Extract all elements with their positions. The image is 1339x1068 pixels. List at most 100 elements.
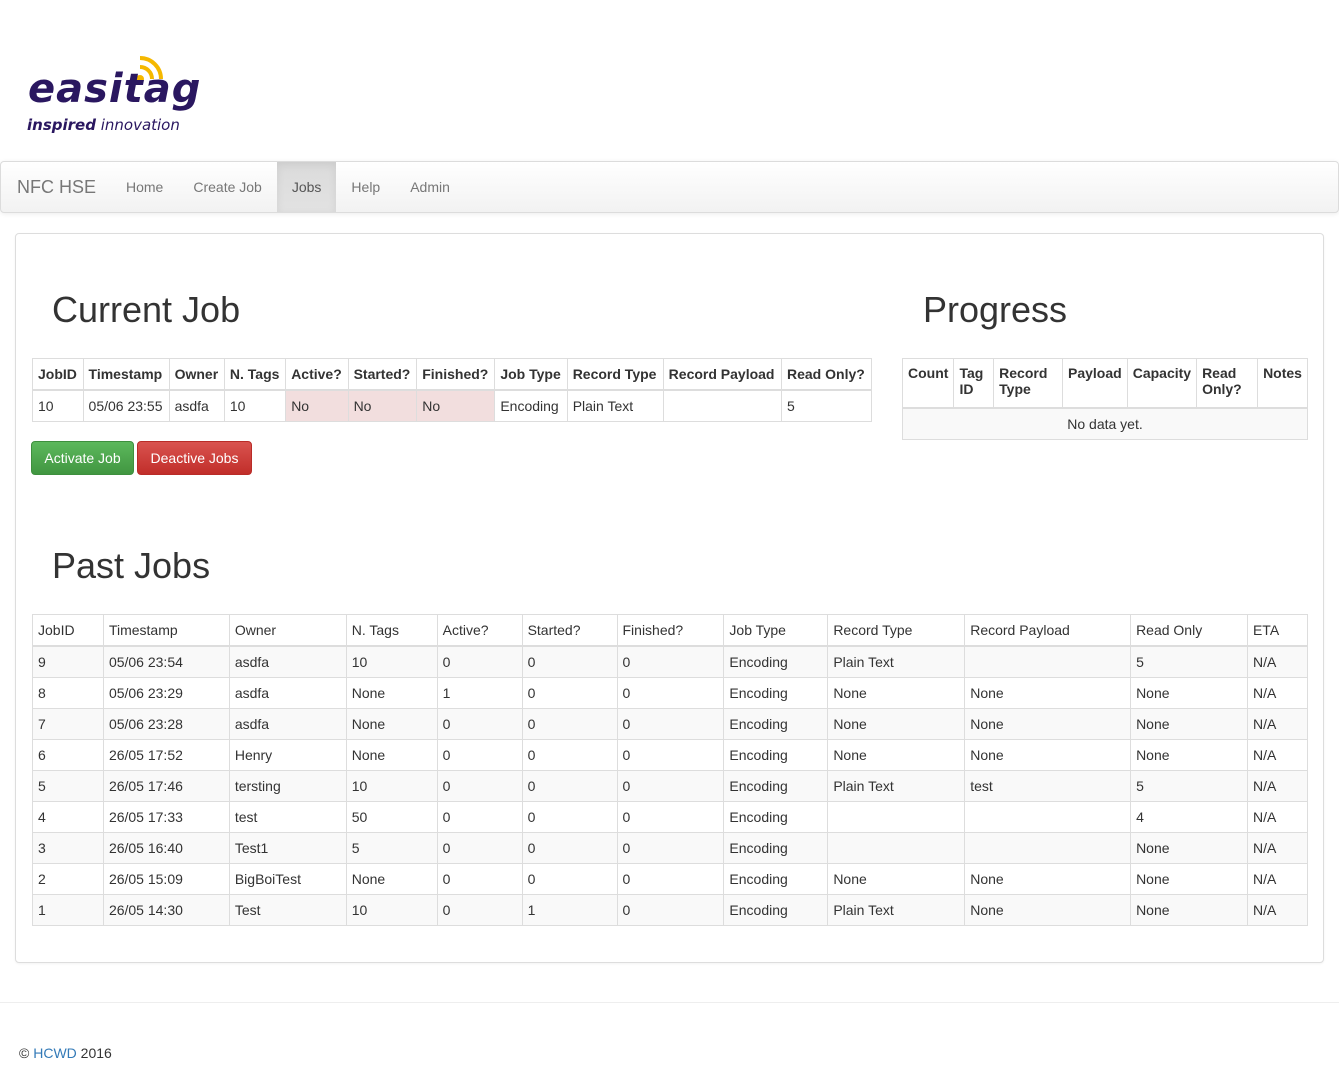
footer-hcwd-link[interactable]: HCWD xyxy=(33,1045,77,1061)
table-cell: 0 xyxy=(616,801,725,833)
nav-jobs[interactable]: Jobs xyxy=(276,162,337,212)
past-header-active: Active? xyxy=(436,614,523,647)
current-job-title: Current Job xyxy=(52,289,241,330)
current-header-job-type: Job Type xyxy=(494,358,568,391)
table-cell: None xyxy=(964,739,1132,771)
past-header-eta: ETA xyxy=(1246,614,1309,647)
table-cell: 0 xyxy=(521,739,618,771)
footer-divider xyxy=(0,1002,1339,1003)
table-cell xyxy=(964,832,1132,864)
nav-home[interactable]: Home xyxy=(111,162,178,212)
table-row: 5 26/05 17:46 tersting 10 0 0 0 Encoding Plain T… xyxy=(32,770,1309,802)
table-cell: None xyxy=(827,708,966,740)
table-cell: Encoding xyxy=(723,801,829,833)
table-cell: BigBoiTest xyxy=(228,863,347,895)
table-cell: test xyxy=(964,770,1132,802)
past-header-job-type: Job Type xyxy=(723,614,829,647)
table-cell: None xyxy=(964,894,1132,926)
table-cell: asdfa xyxy=(228,645,347,678)
current-header-active: Active? xyxy=(285,358,349,391)
table-cell: N/A xyxy=(1246,832,1309,864)
table-cell: test xyxy=(228,801,347,833)
past-header-owner: Owner xyxy=(228,614,347,647)
past-header-record-type: Record Type xyxy=(827,614,966,647)
table-cell: 0 xyxy=(436,770,523,802)
table-cell: 10 xyxy=(345,645,438,678)
table-cell: Plain Text xyxy=(827,770,966,802)
top-navbar: NFC HSE Home Create Job Jobs Help Admin xyxy=(0,161,1339,213)
progress-header-payload: Payload xyxy=(1062,358,1128,409)
table-cell: Encoding xyxy=(723,677,829,709)
current-cell-started: No xyxy=(347,389,418,422)
progress-title: Progress xyxy=(923,289,1068,330)
table-cell: Encoding xyxy=(723,894,829,926)
table-cell: None xyxy=(964,863,1132,895)
current-cell-record-type: Plain Text xyxy=(566,389,664,422)
table-row: 1 26/05 14:30 Test 10 0 1 0 Encoding Plain Text N… xyxy=(32,894,1309,926)
table-cell: 0 xyxy=(436,801,523,833)
table-cell: 26/05 17:52 xyxy=(102,739,230,771)
table-cell: 26/05 15:09 xyxy=(102,863,230,895)
table-cell: None xyxy=(345,739,438,771)
activate-job-button[interactable]: Activate Job xyxy=(31,441,134,475)
main-panel: Current Job JobID Timestamp Owner N. Tags Ac… xyxy=(15,233,1324,963)
past-header-jobid: JobID xyxy=(32,614,104,647)
table-cell: N/A xyxy=(1246,894,1309,926)
table-cell: 0 xyxy=(616,677,725,709)
table-cell: 8 xyxy=(32,677,104,709)
table-cell: 0 xyxy=(436,894,523,926)
table-cell: Plain Text xyxy=(827,894,966,926)
progress-header-count: Count xyxy=(901,358,955,409)
progress-table: Count Tag ID Record Type Payload Capacity Rea… xyxy=(901,358,1308,440)
table-cell: 2 xyxy=(32,863,104,895)
table-cell: None xyxy=(964,677,1132,709)
current-header-finished: Finished? xyxy=(416,358,496,391)
table-row: 7 05/06 23:28 asdfa None 0 0 0 Encoding None None… xyxy=(32,708,1309,740)
table-cell: Plain Text xyxy=(827,645,966,678)
current-header-jobid: JobID xyxy=(32,358,84,391)
table-cell: asdfa xyxy=(228,677,347,709)
table-cell: None xyxy=(345,863,438,895)
past-header-timestamp: Timestamp xyxy=(102,614,230,647)
table-cell: None xyxy=(1130,863,1248,895)
table-cell: 1 xyxy=(32,894,104,926)
table-cell: 0 xyxy=(436,863,523,895)
table-cell: Henry xyxy=(228,739,347,771)
table-row: 9 05/06 23:54 asdfa 10 0 0 0 Encoding Plain Text… xyxy=(32,645,1309,678)
table-cell: N/A xyxy=(1246,677,1309,709)
progress-header-read-only: Read Only? xyxy=(1196,358,1259,409)
nav-help[interactable]: Help xyxy=(336,162,395,212)
table-cell: 0 xyxy=(616,708,725,740)
table-cell: 26/05 14:30 xyxy=(102,894,230,926)
table-cell: None xyxy=(1130,739,1248,771)
table-cell: 5 xyxy=(345,832,438,864)
navbar-brand[interactable]: NFC HSE xyxy=(17,162,96,212)
table-cell: 0 xyxy=(616,863,725,895)
table-cell: 4 xyxy=(32,801,104,833)
table-cell: N/A xyxy=(1246,739,1309,771)
progress-header-tag-id: Tag ID xyxy=(953,358,995,409)
current-cell-active: No xyxy=(285,389,349,422)
table-cell: N/A xyxy=(1246,645,1309,678)
table-cell: 0 xyxy=(616,645,725,678)
table-cell: 0 xyxy=(521,645,618,678)
table-cell: 9 xyxy=(32,645,104,678)
table-row: 2 26/05 15:09 BigBoiTest None 0 0 0 Encoding Non… xyxy=(32,863,1309,895)
table-cell: None xyxy=(827,677,966,709)
table-cell: None xyxy=(1130,708,1248,740)
table-cell: None xyxy=(1130,832,1248,864)
nav-create-job[interactable]: Create Job xyxy=(178,162,276,212)
current-cell-n-tags: 10 xyxy=(223,389,287,422)
table-cell xyxy=(964,801,1132,833)
past-header-read-only: Read Only xyxy=(1130,614,1248,647)
table-cell: Encoding xyxy=(723,645,829,678)
table-cell: N/A xyxy=(1246,863,1309,895)
table-cell: 5 xyxy=(1130,770,1248,802)
current-cell-owner: asdfa xyxy=(168,389,225,422)
current-job-row: 10 05/06 23:55 asdfa 10 No No No Encoding Plain … xyxy=(32,389,872,422)
nav-admin[interactable]: Admin xyxy=(395,162,465,212)
table-cell: 0 xyxy=(616,832,725,864)
table-cell: 0 xyxy=(521,832,618,864)
deactivate-jobs-button[interactable]: Deactive Jobs xyxy=(137,441,252,475)
past-jobs-title: Past Jobs xyxy=(52,545,211,586)
